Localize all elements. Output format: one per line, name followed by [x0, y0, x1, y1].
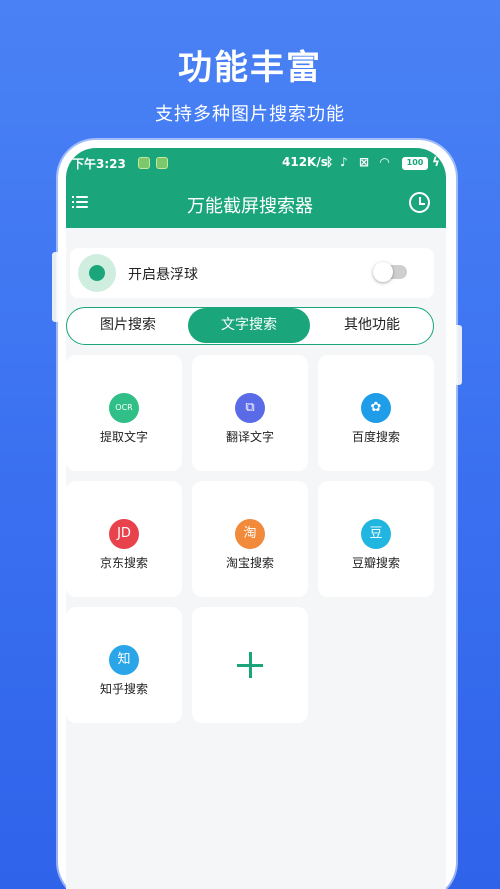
function-label: 翻译文字	[225, 430, 274, 444]
battery-icon: 100	[402, 157, 428, 170]
zhihu-icon: 知	[109, 645, 139, 675]
network-speed: 412K/s	[282, 155, 328, 169]
function-card-zhihu[interactable]: 知 知乎搜索	[66, 607, 182, 723]
function-card-baidu[interactable]: ✿ 百度搜索	[318, 355, 434, 471]
add-function-button[interactable]	[192, 607, 308, 723]
notification-icon	[138, 157, 150, 169]
function-label: 豆瓣搜索	[351, 556, 400, 570]
status-bar: 下午3:23 412K/s ᛒ ♪ ⊠ ◠ 100 ϟ	[72, 155, 440, 173]
function-card-jd[interactable]: JD 京东搜索	[66, 481, 182, 597]
charging-icon: ϟ	[432, 155, 440, 169]
hero-subtitle: 支持多种图片搜索功能	[155, 104, 345, 125]
taobao-icon: 淘	[235, 519, 265, 549]
tab-text-search[interactable]: 文字搜索	[188, 308, 310, 343]
function-label: 京东搜索	[99, 556, 148, 570]
floating-ball-setting: 开启悬浮球	[70, 248, 434, 298]
jd-icon: JD	[109, 519, 139, 549]
floating-ball-toggle[interactable]	[373, 262, 407, 282]
function-label: 淘宝搜索	[225, 556, 274, 570]
bluetooth-icon: ᛒ	[326, 155, 334, 169]
search-type-tabs: 图片搜索 文字搜索 其他功能	[66, 307, 434, 345]
floating-ball-label: 开启悬浮球	[128, 267, 198, 283]
status-time: 下午3:23	[72, 157, 126, 171]
function-label: 百度搜索	[351, 430, 400, 444]
app-header: 下午3:23 412K/s ᛒ ♪ ⊠ ◠ 100 ϟ 万能截屏搜索器	[66, 148, 446, 228]
function-card-douban[interactable]: 豆 豆瓣搜索	[318, 481, 434, 597]
phone-screen: 下午3:23 412K/s ᛒ ♪ ⊠ ◠ 100 ϟ 万能截屏搜索器 开启悬浮…	[66, 148, 446, 889]
hero-title: 功能丰富	[178, 48, 322, 88]
mute-icon: ♪	[340, 155, 348, 169]
notification-icon	[156, 157, 168, 169]
function-card-translate[interactable]: ⧉ 翻译文字	[192, 355, 308, 471]
function-label: 知乎搜索	[99, 682, 148, 696]
wifi-icon: ◠	[380, 155, 390, 169]
floating-ball-icon	[78, 254, 116, 292]
function-card-extract-text[interactable]: OCR 提取文字	[66, 355, 182, 471]
app-title: 万能截屏搜索器	[187, 196, 313, 217]
function-card-taobao[interactable]: 淘 淘宝搜索	[192, 481, 308, 597]
baidu-icon: ✿	[361, 393, 391, 423]
tab-image-search[interactable]: 图片搜索	[67, 308, 189, 343]
douban-icon: 豆	[361, 519, 391, 549]
ocr-icon: OCR	[109, 393, 139, 423]
translate-icon: ⧉	[235, 393, 265, 423]
clock-icon[interactable]	[409, 192, 430, 213]
tab-other-functions[interactable]: 其他功能	[311, 308, 433, 343]
function-label: 提取文字	[99, 430, 148, 444]
sim-icon: ⊠	[359, 155, 370, 169]
